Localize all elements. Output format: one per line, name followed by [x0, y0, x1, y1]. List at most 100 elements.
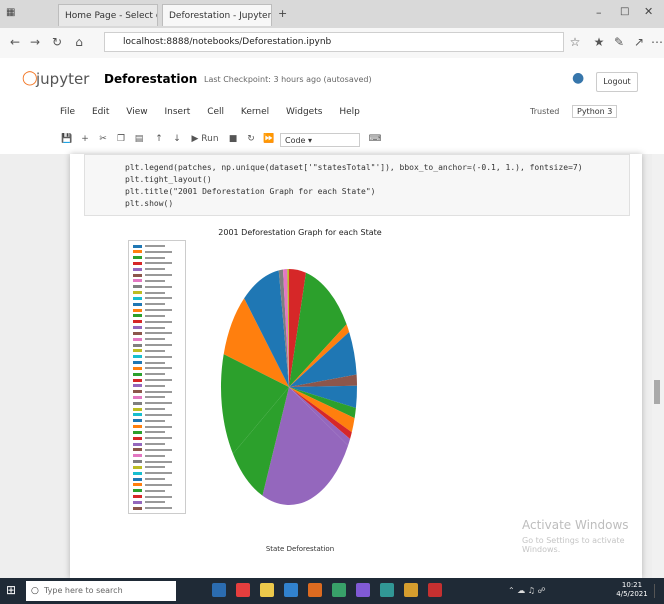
menu-file[interactable]: File — [60, 107, 75, 117]
move-down-icon[interactable]: ↓ — [170, 132, 184, 146]
legend-label — [145, 483, 172, 486]
address-bar-row: ← → ↻ ⌂ localhost:8888/notebooks/Defores… — [0, 28, 664, 59]
legend-entry — [133, 436, 172, 441]
windows-start-icon[interactable]: ⊞ — [6, 583, 20, 597]
taskbar-app-icon[interactable] — [260, 583, 274, 597]
taskbar-app-icon[interactable] — [212, 583, 226, 597]
menu-help[interactable]: Help — [339, 107, 360, 117]
tab-home-page[interactable]: Home Page - Select or crea — [58, 4, 158, 26]
taskbar-app-icon[interactable] — [284, 583, 298, 597]
notebook-title[interactable]: Deforestation — [104, 72, 197, 86]
code-line: plt.title("2001 Deforestation Graph for … — [125, 187, 376, 196]
stop-icon[interactable]: ■ — [226, 132, 240, 146]
show-desktop-button[interactable] — [654, 584, 661, 598]
legend-label — [145, 454, 165, 457]
taskbar-app-icon[interactable] — [332, 583, 346, 597]
legend-swatch — [133, 448, 142, 452]
insert-cell-icon[interactable]: + — [78, 132, 92, 146]
taskbar-app-icon[interactable] — [404, 583, 418, 597]
save-icon[interactable]: 💾 — [60, 132, 74, 146]
legend-label — [145, 349, 165, 352]
legend-label — [145, 373, 165, 376]
chart-title: 2001 Deforestation Graph for each State — [218, 228, 382, 237]
taskbar-app-icon[interactable] — [428, 583, 442, 597]
more-icon[interactable]: ⋯ — [648, 33, 664, 51]
menu-view[interactable]: View — [126, 107, 147, 117]
legend-label — [145, 268, 165, 271]
favorites-icon[interactable]: ★ — [590, 33, 608, 51]
page-scrollbar[interactable] — [652, 154, 664, 578]
legend-swatch — [133, 273, 142, 277]
cell-type-select[interactable]: Code ▾ — [280, 133, 360, 147]
legend-entry — [133, 407, 165, 412]
minimize-icon[interactable]: – — [596, 6, 602, 19]
legend-label — [145, 274, 172, 277]
legend-swatch — [133, 489, 142, 493]
legend-swatch — [133, 384, 142, 388]
system-tray-icons[interactable]: ⌃ ☁ ♫ ☍ — [508, 586, 546, 595]
legend-entry — [133, 337, 165, 342]
legend-swatch — [133, 372, 142, 376]
code-line: plt.legend(patches, np.unique(dataset['"… — [125, 163, 583, 172]
run-label: Run — [201, 134, 219, 144]
close-window-icon[interactable]: ✕ — [644, 5, 653, 18]
legend-label — [145, 303, 165, 306]
legend-entry — [133, 267, 165, 272]
legend-label — [145, 367, 172, 370]
back-icon[interactable]: ← — [6, 33, 24, 51]
tab-deforestation[interactable]: Deforestation - Jupyter — [162, 4, 272, 26]
legend-swatch — [133, 471, 142, 475]
new-tab-icon[interactable]: + — [278, 7, 287, 20]
browser-tabstrip: ▦ Home Page - Select or crea Deforestati… — [0, 0, 664, 28]
share-icon[interactable]: ↗ — [630, 33, 648, 51]
menu-cell[interactable]: Cell — [207, 107, 224, 117]
run-button[interactable]: ▶ Run — [190, 132, 220, 146]
home-icon[interactable]: ⌂ — [70, 33, 88, 51]
restart-icon[interactable]: ↻ — [244, 132, 258, 146]
menu-edit[interactable]: Edit — [92, 107, 109, 117]
code-cell[interactable]: plt.legend(patches, np.unique(dataset['"… — [84, 154, 630, 216]
menu-insert[interactable]: Insert — [164, 107, 190, 117]
legend-label — [145, 478, 165, 481]
legend-entry — [133, 250, 172, 255]
legend-label — [145, 338, 165, 341]
menu-kernel[interactable]: Kernel — [241, 107, 269, 117]
favorite-star-icon[interactable]: ☆ — [566, 33, 584, 51]
restart-run-icon[interactable]: ⏩ — [262, 132, 276, 146]
kernel-indicator[interactable]: Python 3 — [572, 105, 618, 118]
taskbar-app-icon[interactable] — [236, 583, 250, 597]
taskbar-app-icon[interactable] — [356, 583, 370, 597]
pen-icon[interactable]: ✎ — [610, 33, 628, 51]
taskbar-app-icon[interactable] — [380, 583, 394, 597]
scrollbar-thumb[interactable] — [654, 380, 660, 404]
legend-entry — [133, 366, 172, 371]
taskbar-search-input[interactable]: ○ Type here to search — [26, 581, 176, 601]
taskbar-app-icon[interactable] — [308, 583, 322, 597]
move-up-icon[interactable]: ↑ — [152, 132, 166, 146]
legend-entry — [133, 326, 165, 331]
legend-label — [145, 309, 172, 312]
legend-entry — [133, 378, 172, 383]
legend-swatch — [133, 390, 142, 394]
legend-entry — [133, 296, 172, 301]
url-input[interactable]: localhost:8888/notebooks/Deforestation.i… — [104, 32, 564, 52]
browser-menu-icon[interactable]: ▦ — [6, 7, 15, 18]
taskbar-clock[interactable]: 10:21 4/5/2021 — [614, 581, 650, 599]
pie-chart — [221, 269, 357, 505]
paste-icon[interactable]: ▤ — [132, 132, 146, 146]
menu-widgets[interactable]: Widgets — [286, 107, 322, 117]
cut-icon[interactable]: ✂ — [96, 132, 110, 146]
notebook-toolbar: 💾 + ✂ ❐ ▤ ↑ ↓ ▶ Run ■ ↻ ⏩ Code ▾ ⌨ — [60, 130, 660, 152]
maximize-icon[interactable]: □ — [620, 6, 629, 17]
copy-icon[interactable]: ❐ — [114, 132, 128, 146]
legend-label — [145, 256, 165, 259]
command-palette-icon[interactable]: ⌨ — [368, 132, 382, 146]
trusted-indicator[interactable]: Trusted — [530, 107, 559, 116]
legend-entry — [133, 361, 165, 366]
legend-swatch — [133, 419, 142, 423]
chart-x-label: State Deforestation — [265, 545, 335, 553]
forward-icon[interactable]: → — [26, 33, 44, 51]
legend-entry — [133, 448, 172, 453]
refresh-icon[interactable]: ↻ — [48, 33, 66, 51]
logout-button[interactable]: Logout — [596, 72, 638, 92]
